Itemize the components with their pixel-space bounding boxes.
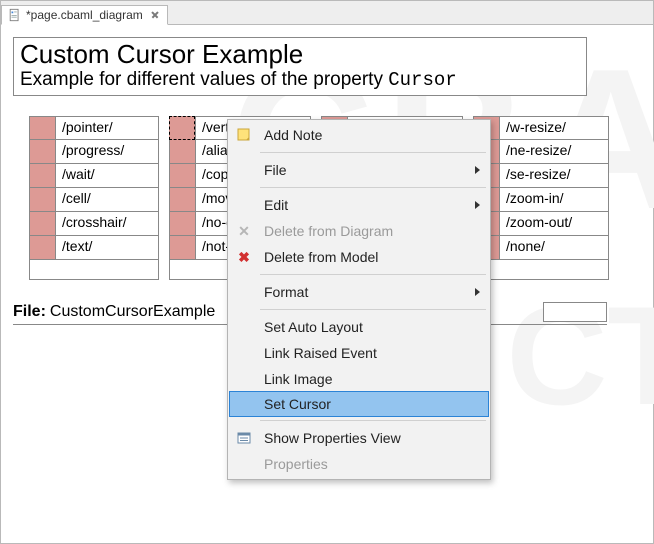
menu-label: Properties xyxy=(264,456,328,472)
file-label: File: xyxy=(13,303,46,321)
swatch[interactable] xyxy=(29,116,55,140)
cursor-column-4: /w-resize/ /ne-resize/ /se-resize/ /zoom… xyxy=(473,116,609,280)
swatch[interactable] xyxy=(29,212,55,236)
tab-page-cbaml-diagram[interactable]: *page.cbaml_diagram xyxy=(1,5,168,25)
menu-label: Delete from Diagram xyxy=(264,223,393,239)
empty-row xyxy=(29,260,159,280)
menu-separator xyxy=(260,309,486,310)
menu-format[interactable]: Format xyxy=(230,279,488,305)
menu-link-image[interactable]: Link Image xyxy=(230,366,488,392)
file-extra-input[interactable] xyxy=(543,302,607,322)
menu-properties: Properties xyxy=(230,451,488,477)
context-menu: Add Note File Edit ✕ Delete from Diagram… xyxy=(227,119,491,480)
cursor-cell[interactable]: /progress/ xyxy=(55,140,159,164)
submenu-arrow-icon xyxy=(475,201,480,209)
menu-separator xyxy=(260,420,486,421)
tab-bar: *page.cbaml_diagram xyxy=(1,1,653,25)
menu-separator xyxy=(260,187,486,188)
swatch-selected[interactable] xyxy=(169,116,195,140)
menu-label: Edit xyxy=(264,197,288,213)
menu-label: Link Image xyxy=(264,371,332,387)
tab-title: *page.cbaml_diagram xyxy=(26,8,143,22)
menu-delete-from-diagram: ✕ Delete from Diagram xyxy=(230,218,488,244)
cursor-cell[interactable]: /se-resize/ xyxy=(499,164,609,188)
menu-separator xyxy=(260,152,486,153)
menu-label: Format xyxy=(264,284,308,300)
subtitle-code: Cursor xyxy=(388,69,456,91)
swatch[interactable] xyxy=(169,188,195,212)
watermark-2: CT xyxy=(506,275,654,437)
close-icon[interactable] xyxy=(151,11,159,19)
cursor-cell[interactable]: /cell/ xyxy=(55,188,159,212)
swatch[interactable] xyxy=(29,140,55,164)
menu-label: File xyxy=(264,162,287,178)
page-title: Custom Cursor Example xyxy=(20,40,580,69)
cursor-cell[interactable]: /zoom-in/ xyxy=(499,188,609,212)
swatch[interactable] xyxy=(169,236,195,260)
menu-set-auto-layout[interactable]: Set Auto Layout xyxy=(230,314,488,340)
properties-icon xyxy=(236,430,252,446)
swatch[interactable] xyxy=(29,236,55,260)
swatch[interactable] xyxy=(169,140,195,164)
subtitle-text: Example for different values of the prop… xyxy=(20,69,388,90)
menu-label: Show Properties View xyxy=(264,430,401,446)
swatch[interactable] xyxy=(169,212,195,236)
submenu-arrow-icon xyxy=(475,288,480,296)
menu-separator xyxy=(260,274,486,275)
cursor-cell[interactable]: /none/ xyxy=(499,236,609,260)
title-box[interactable]: Custom Cursor Example Example for differ… xyxy=(13,37,587,96)
swatch[interactable] xyxy=(29,164,55,188)
menu-delete-from-model[interactable]: ✖ Delete from Model xyxy=(230,244,488,270)
cursor-cell[interactable]: /w-resize/ xyxy=(499,116,609,140)
cursor-cell[interactable]: /crosshair/ xyxy=(55,212,159,236)
note-icon xyxy=(236,127,252,143)
file-icon xyxy=(8,8,22,22)
menu-label: Add Note xyxy=(264,127,322,143)
menu-label: Link Raised Event xyxy=(264,345,377,361)
empty-row xyxy=(473,260,609,280)
cursor-cell[interactable]: /text/ xyxy=(55,236,159,260)
cursor-cell[interactable]: /pointer/ xyxy=(55,116,159,140)
cursor-cell[interactable]: /zoom-out/ xyxy=(499,212,609,236)
delete-icon: ✖ xyxy=(236,249,252,265)
menu-edit[interactable]: Edit xyxy=(230,192,488,218)
cursor-cell[interactable]: /ne-resize/ xyxy=(499,140,609,164)
menu-add-note[interactable]: Add Note xyxy=(230,122,488,148)
page-subtitle: Example for different values of the prop… xyxy=(20,69,580,92)
swatch[interactable] xyxy=(29,188,55,212)
menu-file[interactable]: File xyxy=(230,157,488,183)
cursor-column-1: /pointer/ /progress/ /wait/ /cell/ /cros… xyxy=(29,116,159,280)
editor-pane: *page.cbaml_diagram CBA CT Custom Cursor… xyxy=(0,0,654,544)
menu-link-raised-event[interactable]: Link Raised Event xyxy=(230,340,488,366)
delete-icon: ✕ xyxy=(236,223,252,239)
menu-label: Set Cursor xyxy=(264,396,331,412)
menu-set-cursor[interactable]: Set Cursor xyxy=(229,391,489,417)
swatch[interactable] xyxy=(169,164,195,188)
file-value: CustomCursorExample xyxy=(50,303,215,321)
menu-show-properties-view[interactable]: Show Properties View xyxy=(230,425,488,451)
submenu-arrow-icon xyxy=(475,166,480,174)
cursor-cell[interactable]: /wait/ xyxy=(55,164,159,188)
menu-label: Set Auto Layout xyxy=(264,319,363,335)
menu-label: Delete from Model xyxy=(264,249,378,265)
